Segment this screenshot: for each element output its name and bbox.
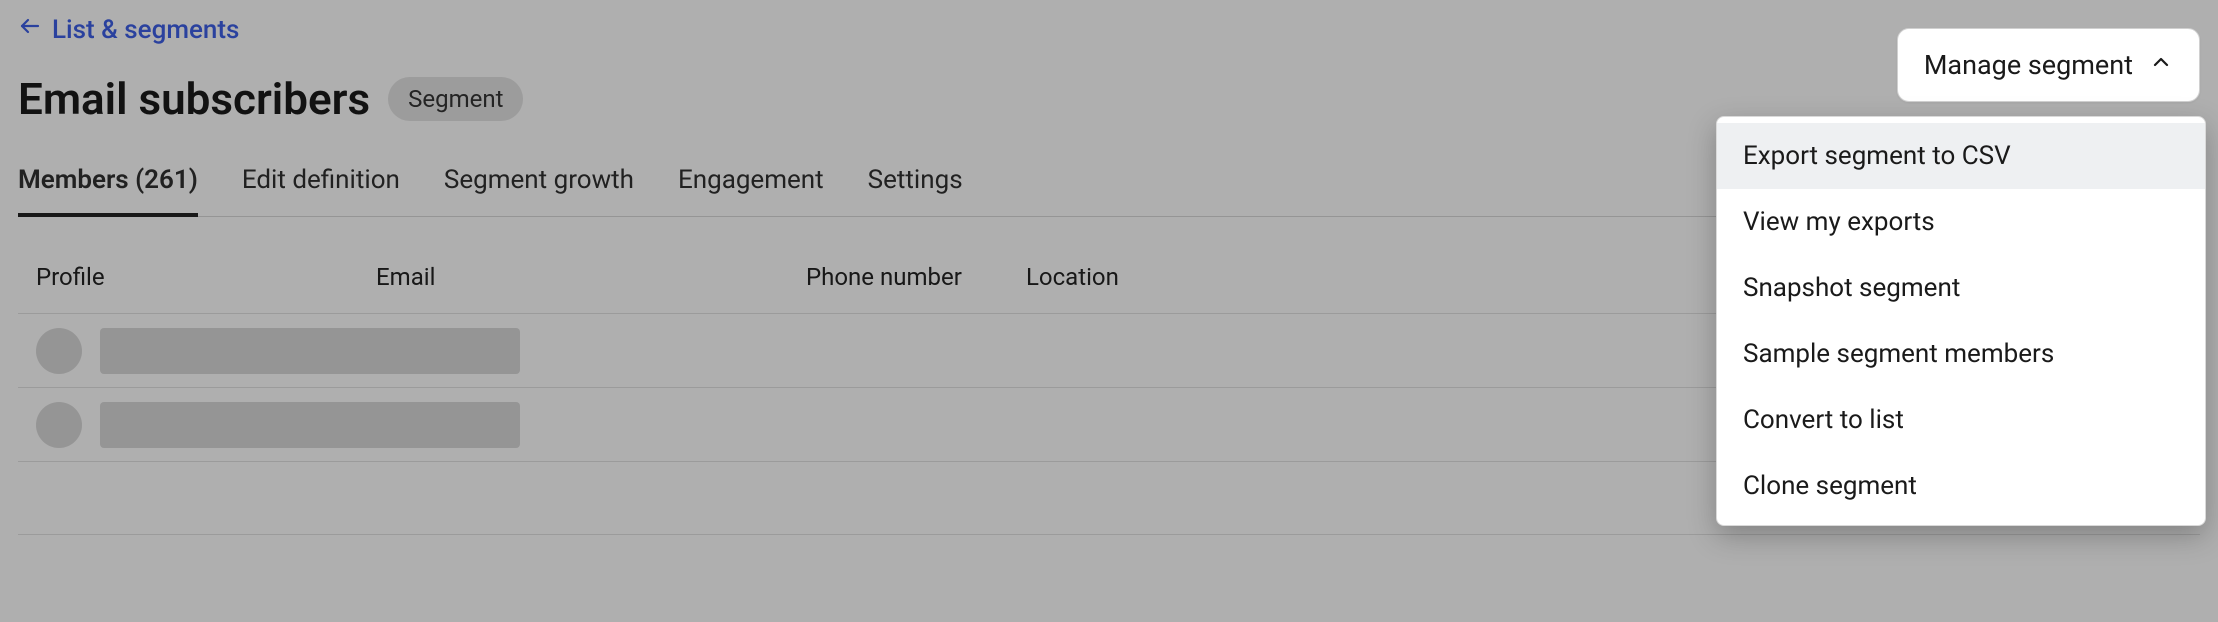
menu-export-csv[interactable]: Export segment to CSV bbox=[1717, 123, 2205, 189]
menu-clone-segment[interactable]: Clone segment bbox=[1717, 453, 2205, 519]
col-email: Email bbox=[376, 263, 806, 291]
col-location: Location bbox=[1026, 263, 1286, 291]
manage-segment-label: Manage segment bbox=[1924, 49, 2133, 81]
col-phone: Phone number bbox=[806, 263, 1026, 291]
tab-segment-growth[interactable]: Segment growth bbox=[444, 165, 634, 216]
skeleton-avatar bbox=[36, 328, 82, 374]
breadcrumb-back[interactable]: List & segments bbox=[18, 14, 239, 45]
segment-chip: Segment bbox=[388, 77, 523, 121]
skeleton-avatar bbox=[36, 402, 82, 448]
breadcrumb-label: List & segments bbox=[52, 15, 239, 45]
menu-snapshot-segment[interactable]: Snapshot segment bbox=[1717, 255, 2205, 321]
skeleton-text bbox=[100, 328, 520, 374]
col-profile: Profile bbox=[36, 263, 376, 291]
menu-sample-members[interactable]: Sample segment members bbox=[1717, 321, 2205, 387]
tab-settings[interactable]: Settings bbox=[868, 165, 963, 216]
skeleton-text bbox=[100, 402, 520, 448]
menu-view-exports[interactable]: View my exports bbox=[1717, 189, 2205, 255]
tab-members[interactable]: Members (261) bbox=[18, 165, 198, 217]
menu-convert-to-list[interactable]: Convert to list bbox=[1717, 387, 2205, 453]
page-title: Email subscribers bbox=[18, 73, 370, 125]
arrow-left-icon bbox=[18, 14, 42, 45]
chevron-up-icon bbox=[2149, 49, 2173, 81]
tab-edit-definition[interactable]: Edit definition bbox=[242, 165, 400, 216]
tab-engagement[interactable]: Engagement bbox=[678, 165, 824, 216]
manage-segment-dropdown: Export segment to CSV View my exports Sn… bbox=[1716, 116, 2206, 526]
manage-segment-button[interactable]: Manage segment bbox=[1897, 28, 2200, 102]
